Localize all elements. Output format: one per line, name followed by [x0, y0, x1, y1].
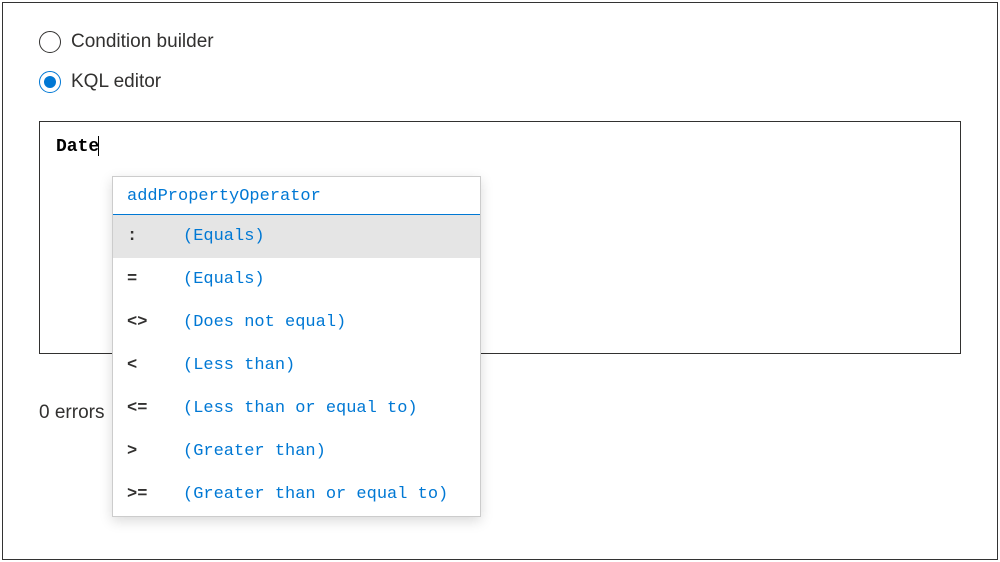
- autocomplete-header: addPropertyOperator: [113, 177, 480, 215]
- autocomplete-item[interactable]: > (Greater than): [113, 430, 480, 473]
- operator-symbol: =: [127, 270, 183, 289]
- radio-condition-builder[interactable]: Condition builder: [39, 31, 961, 53]
- radio-kql-editor[interactable]: KQL editor: [39, 71, 961, 93]
- radio-icon: [39, 31, 61, 53]
- autocomplete-item[interactable]: <> (Does not equal): [113, 301, 480, 344]
- radio-label: Condition builder: [71, 31, 214, 53]
- operator-description: (Equals): [183, 227, 265, 246]
- autocomplete-item[interactable]: >= (Greater than or equal to): [113, 473, 480, 516]
- operator-symbol: <>: [127, 313, 183, 332]
- radio-label: KQL editor: [71, 71, 161, 93]
- operator-symbol: <: [127, 356, 183, 375]
- radio-icon: [39, 71, 61, 93]
- autocomplete-list: : (Equals) = (Equals) <> (Does not equal…: [113, 215, 480, 516]
- panel-frame: Condition builder KQL editor Date 0 erro…: [2, 2, 998, 560]
- radio-dot-icon: [44, 76, 56, 88]
- autocomplete-item[interactable]: = (Equals): [113, 258, 480, 301]
- operator-description: (Less than): [183, 356, 295, 375]
- operator-description: (Does not equal): [183, 313, 346, 332]
- autocomplete-popup: addPropertyOperator : (Equals) = (Equals…: [112, 176, 481, 517]
- autocomplete-item[interactable]: : (Equals): [113, 215, 480, 258]
- operator-symbol: >: [127, 442, 183, 461]
- operator-description: (Greater than or equal to): [183, 485, 448, 504]
- operator-description: (Greater than): [183, 442, 326, 461]
- operator-description: (Equals): [183, 270, 265, 289]
- editor-text: Date: [56, 136, 99, 157]
- text-cursor-icon: [98, 136, 99, 156]
- operator-symbol: :: [127, 227, 183, 246]
- mode-radio-group: Condition builder KQL editor: [39, 31, 961, 93]
- operator-symbol: <=: [127, 399, 183, 418]
- operator-description: (Less than or equal to): [183, 399, 418, 418]
- autocomplete-item[interactable]: <= (Less than or equal to): [113, 387, 480, 430]
- operator-symbol: >=: [127, 485, 183, 504]
- autocomplete-item[interactable]: < (Less than): [113, 344, 480, 387]
